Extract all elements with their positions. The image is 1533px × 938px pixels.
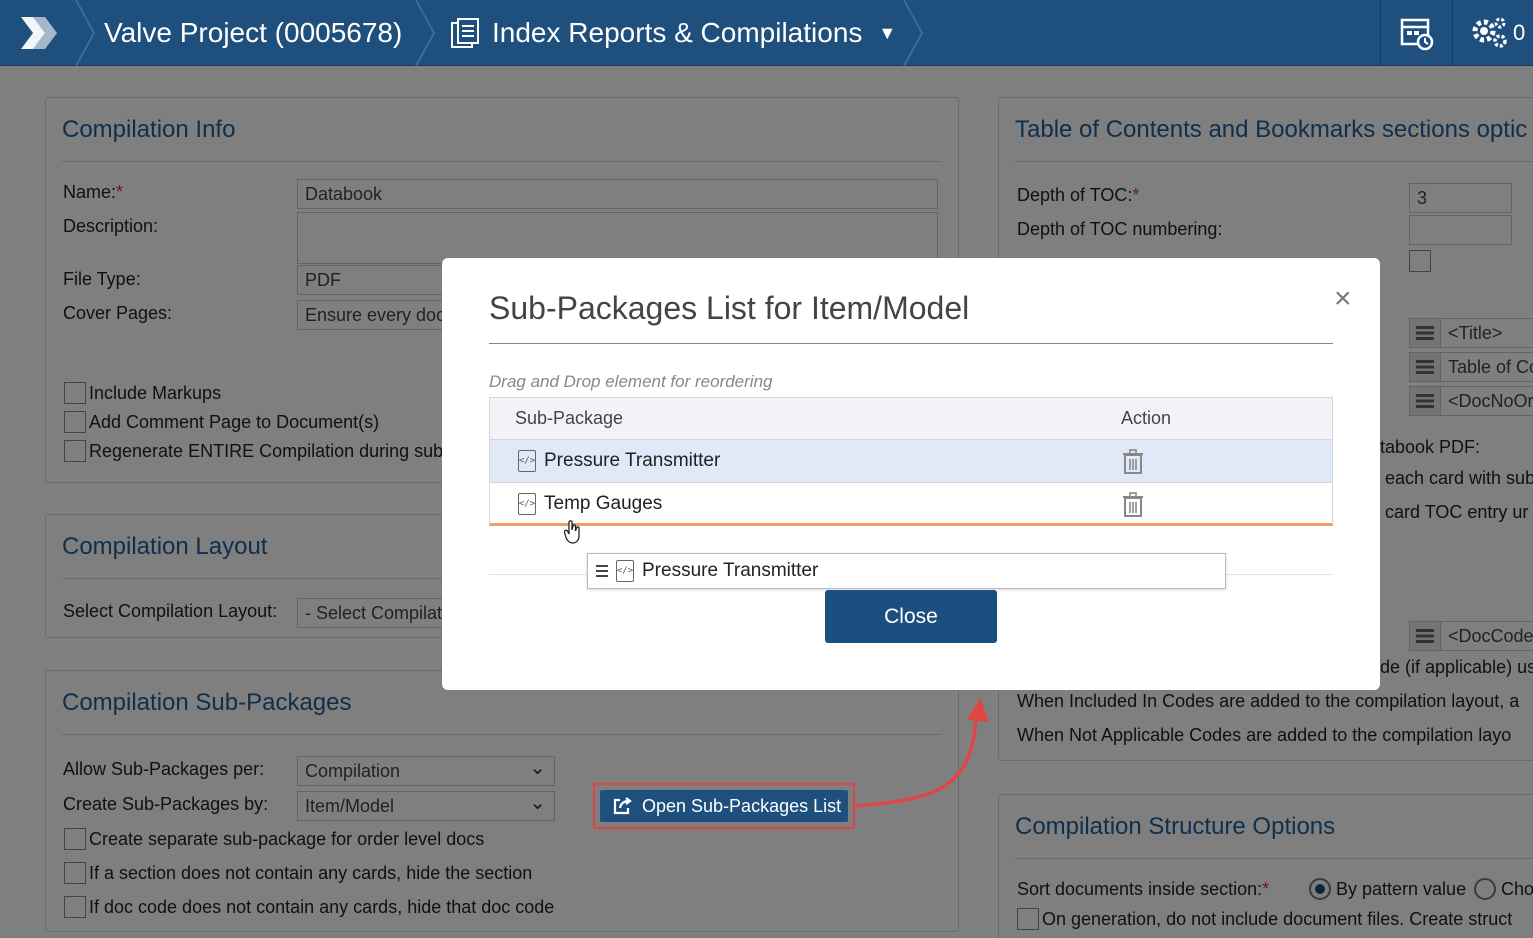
- divider: [489, 343, 1333, 344]
- schedule-report-button[interactable]: [1380, 0, 1452, 66]
- drag-handle-icon: [596, 565, 608, 577]
- drag-drop-hint: Drag and Drop element for reordering: [489, 372, 773, 391]
- document-code-icon: </>: [616, 560, 634, 582]
- sub-package-cell: </> Pressure Transmitter: [518, 450, 720, 472]
- sub-packages-table: Sub-Package Action </> Pressure Transmit…: [489, 397, 1333, 526]
- document-code-icon: </>: [518, 493, 536, 515]
- sub-package-cell: </> Temp Gauges: [518, 493, 662, 515]
- close-button[interactable]: Close: [825, 590, 997, 643]
- close-icon[interactable]: ×: [1334, 284, 1352, 314]
- module-crumb-label: Index Reports & Compilations: [492, 17, 863, 48]
- double-chevron-logo-icon: [21, 17, 57, 49]
- table-header: Sub-Package Action: [489, 397, 1333, 440]
- breadcrumb-module[interactable]: Index Reports & Compilations ▼: [450, 0, 896, 66]
- open-sub-packages-button[interactable]: Open Sub-Packages List: [600, 790, 848, 822]
- sub-package-name: Temp Gauges: [544, 493, 663, 514]
- table-row[interactable]: </> Pressure Transmitter: [489, 440, 1333, 483]
- column-header-action: Action: [1121, 408, 1172, 428]
- table-row[interactable]: </> Temp Gauges: [489, 483, 1333, 526]
- breadcrumb-separator: [415, 0, 436, 66]
- open-sub-packages-label: Open Sub-Packages List: [642, 795, 842, 816]
- settings-button[interactable]: 0: [1452, 0, 1533, 66]
- breadcrumb-separator: [903, 0, 924, 66]
- calendar-clock-icon: [1400, 18, 1433, 51]
- drag-ghost-row[interactable]: </> Pressure Transmitter: [587, 553, 1226, 589]
- sub-packages-modal: Sub-Packages List for Item/Model × Drag …: [442, 258, 1380, 690]
- settings-count: 0: [1513, 20, 1526, 45]
- grab-cursor-icon: [564, 520, 580, 544]
- project-crumb-label: Valve Project (0005678): [104, 17, 403, 48]
- column-header-sub-package: Sub-Package: [515, 408, 624, 428]
- breadcrumb-project[interactable]: Valve Project (0005678): [104, 0, 402, 66]
- sub-package-name: Pressure Transmitter: [544, 450, 721, 471]
- modal-title: Sub-Packages List for Item/Model: [489, 290, 970, 326]
- drag-ghost-label: Pressure Transmitter: [642, 560, 819, 581]
- top-navigation-bar: Valve Project (0005678) Index Reports & …: [0, 0, 1533, 66]
- external-open-icon: [613, 797, 632, 815]
- breadcrumb-separator: [75, 0, 96, 66]
- gears-icon: [1472, 17, 1507, 48]
- app-logo-button[interactable]: [0, 0, 78, 66]
- reports-icon: [451, 18, 479, 48]
- close-button-label: Close: [884, 604, 938, 628]
- trash-icon[interactable]: [1122, 449, 1144, 475]
- trash-icon[interactable]: [1122, 492, 1144, 518]
- document-code-icon: </>: [518, 450, 536, 472]
- chevron-down-icon: ▼: [878, 22, 897, 43]
